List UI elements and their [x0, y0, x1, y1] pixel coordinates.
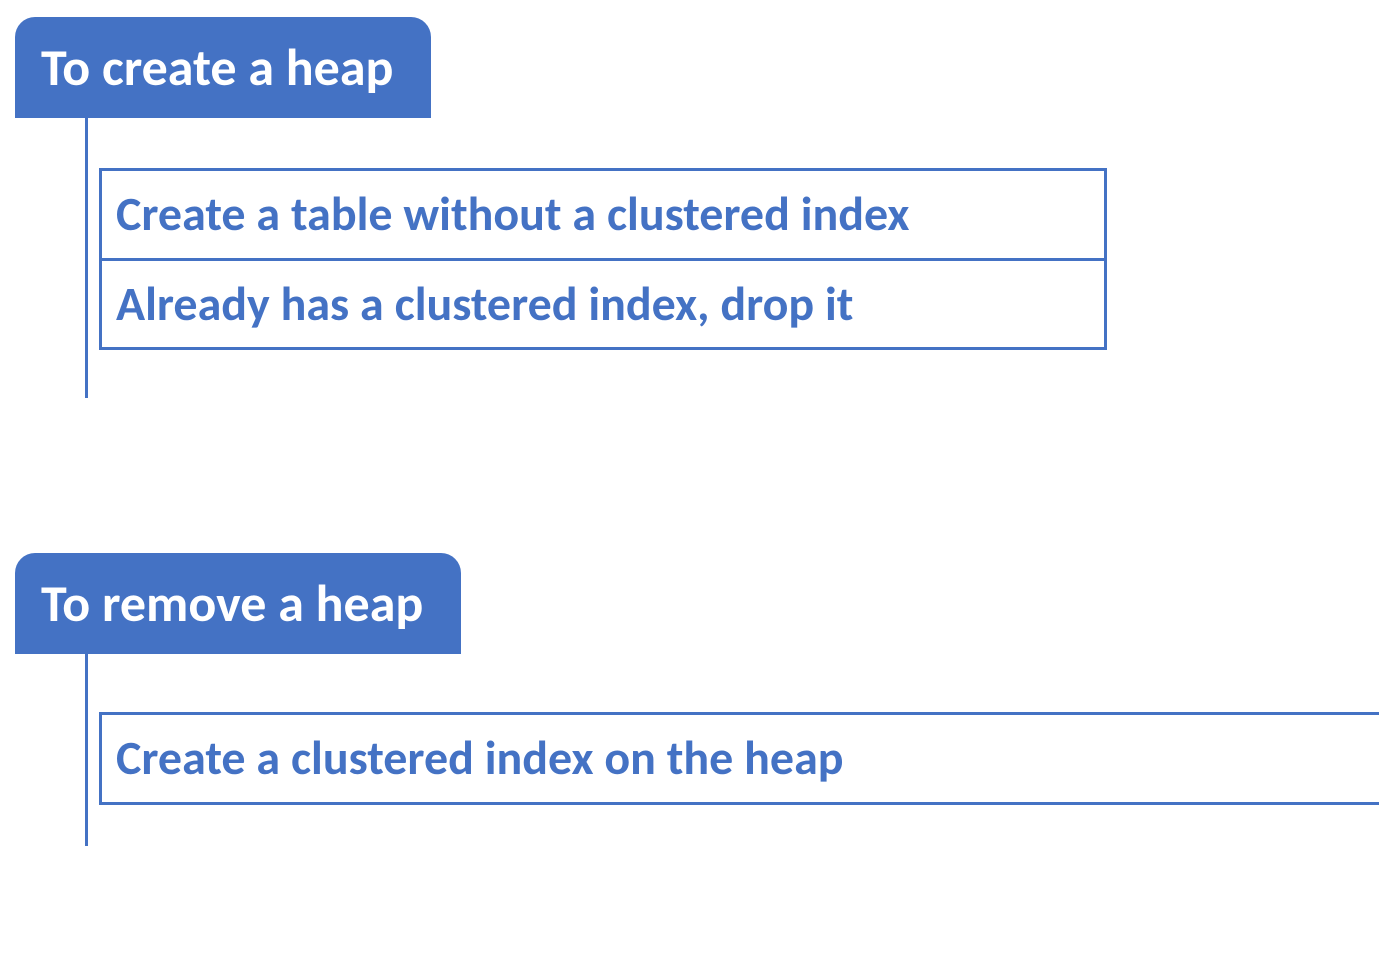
- header-remove-heap: To remove a heap: [15, 553, 461, 654]
- connector-remove: Create a clustered index on the heap: [15, 654, 1379, 804]
- vertical-line-icon: [85, 654, 88, 846]
- item-create-2: Already has a clustered index, drop it: [99, 258, 1107, 350]
- item-create-1: Create a table without a clustered index: [99, 168, 1107, 260]
- items-create: Create a table without a clustered index…: [15, 118, 1107, 350]
- item-create-1-text: Create a table without a clustered index: [116, 184, 909, 243]
- header-create-heap-text: To create a heap: [41, 35, 393, 99]
- section-remove-heap: To remove a heap Create a clustered inde…: [15, 553, 1379, 805]
- header-remove-heap-text: To remove a heap: [41, 571, 423, 635]
- header-create-heap: To create a heap: [15, 17, 431, 118]
- connector-create: Create a table without a clustered index…: [15, 118, 1107, 350]
- section-create-heap: To create a heap Create a table without …: [15, 17, 1107, 350]
- item-remove-1: Create a clustered index on the heap: [99, 712, 1379, 804]
- item-remove-1-text: Create a clustered index on the heap: [116, 728, 844, 787]
- vertical-line-icon: [85, 118, 88, 398]
- items-remove: Create a clustered index on the heap: [15, 654, 1379, 804]
- item-create-2-text: Already has a clustered index, drop it: [116, 274, 853, 333]
